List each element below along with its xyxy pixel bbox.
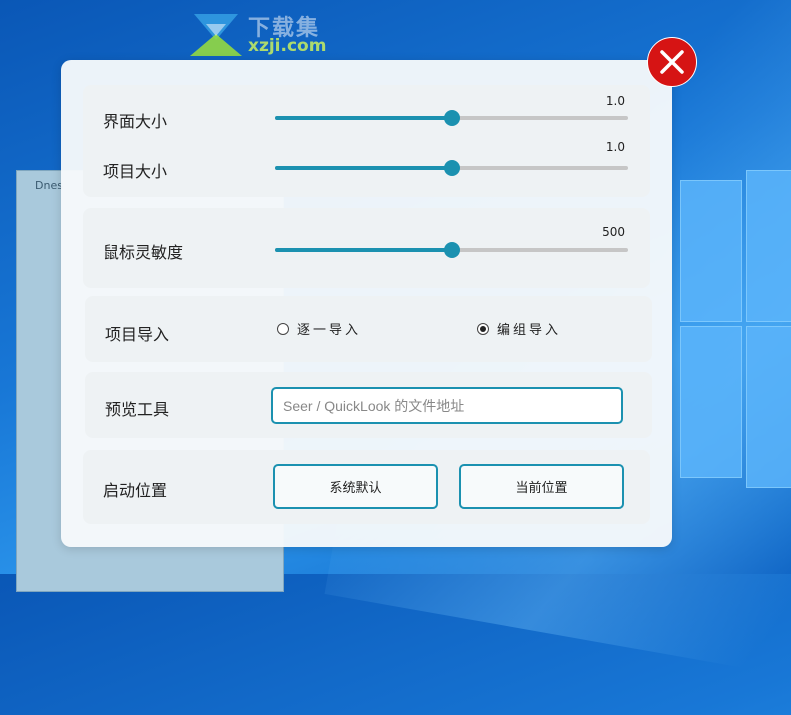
radio-import-one-by-one[interactable]: 逐一导入 — [277, 319, 361, 338]
slider-thumb[interactable] — [443, 160, 460, 176]
system-default-button[interactable]: 系统默认 — [273, 464, 438, 509]
launch-position-label: 启动位置 — [103, 481, 168, 500]
import-settings-card — [85, 296, 652, 362]
site-watermark: 下载集 xzji.com — [190, 10, 340, 60]
background-window-title: Dnes — [35, 179, 63, 192]
close-icon — [660, 50, 684, 74]
watermark-text-url: xzji.com — [248, 36, 327, 56]
size-settings-card — [83, 85, 650, 197]
windows-logo-wallpaper — [680, 170, 791, 580]
mouse-sensitivity-slider[interactable] — [275, 242, 628, 258]
radio-button[interactable] — [277, 322, 289, 335]
current-position-button[interactable]: 当前位置 — [459, 464, 624, 509]
mouse-sensitivity-label: 鼠标灵敏度 — [103, 243, 184, 262]
close-button[interactable] — [647, 37, 697, 87]
interface-size-value: 1.0 — [605, 94, 625, 108]
item-size-label: 项目大小 — [103, 162, 168, 181]
watermark-logo-icon — [190, 14, 242, 56]
radio-import-grouped[interactable]: 编组导入 — [477, 319, 561, 338]
radio-label: 逐一导入 — [297, 323, 362, 338]
item-size-value: 1.0 — [605, 140, 625, 154]
radio-button-selected[interactable] — [477, 322, 489, 335]
slider-thumb[interactable] — [443, 242, 460, 258]
preview-tool-label: 预览工具 — [105, 400, 170, 419]
radio-label: 编组导入 — [497, 323, 562, 338]
interface-size-label: 界面大小 — [103, 112, 168, 131]
preview-tool-path-input[interactable] — [271, 387, 623, 424]
item-import-label: 项目导入 — [105, 325, 170, 344]
interface-size-slider[interactable] — [275, 110, 628, 126]
item-size-slider[interactable] — [275, 160, 628, 176]
mouse-sensitivity-value: 500 — [602, 225, 625, 239]
slider-thumb[interactable] — [443, 110, 460, 126]
